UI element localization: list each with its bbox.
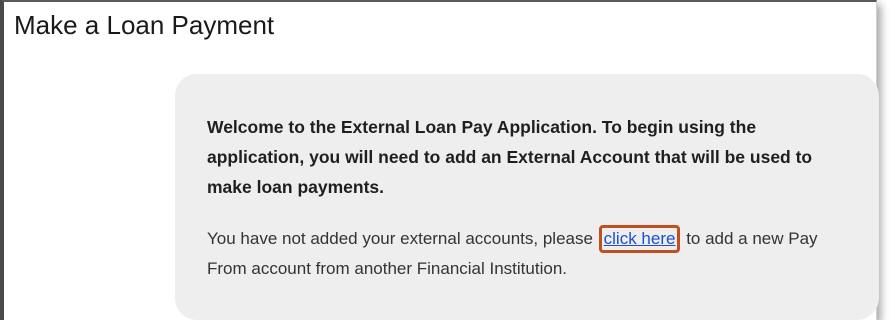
- external-accounts-note: You have not added your external account…: [207, 224, 849, 284]
- click-here-link[interactable]: click here: [604, 229, 676, 248]
- app-window: Make a Loan Payment Welcome to the Exter…: [0, 0, 879, 320]
- welcome-message: Welcome to the External Loan Pay Applica…: [207, 117, 813, 197]
- note-text-before: You have not added your external account…: [207, 229, 598, 248]
- info-panel: Welcome to the External Loan Pay Applica…: [175, 74, 879, 320]
- link-highlight: click here: [598, 225, 681, 253]
- page-title: Make a Loan Payment: [14, 10, 275, 40]
